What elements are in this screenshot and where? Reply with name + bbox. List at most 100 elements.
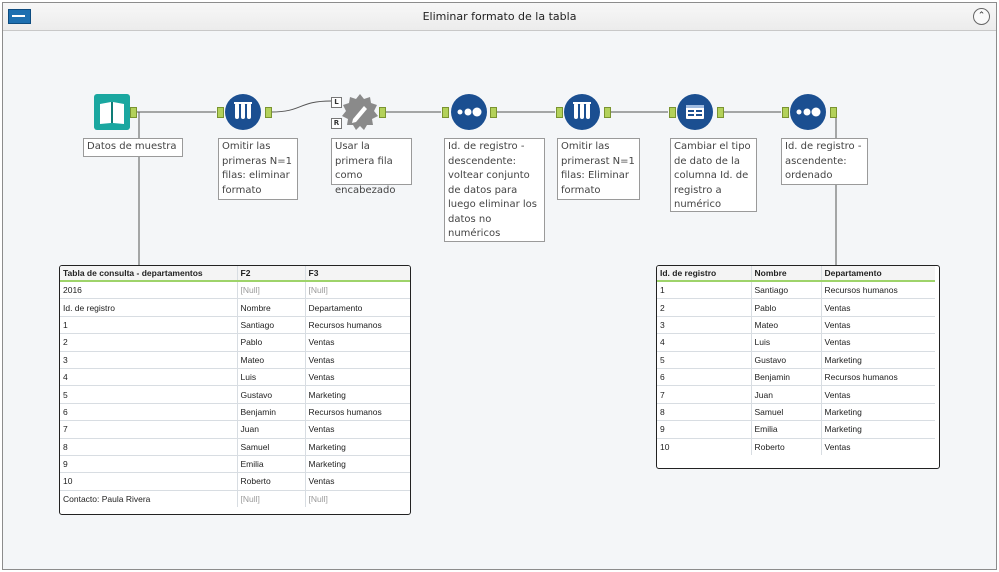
three-dots-icon [790, 94, 826, 130]
table-row[interactable]: 1 Santiago Recursos humanos [60, 315, 410, 334]
table-cell: Recursos humanos [305, 402, 410, 421]
output-anchor-4[interactable] [490, 107, 497, 118]
table-cell: Emilia [751, 420, 822, 439]
column-header[interactable]: F2 [237, 266, 306, 282]
test-tubes-icon [564, 94, 600, 130]
input-anchor-4[interactable] [442, 107, 449, 118]
table-row[interactable]: 1 Santiago Recursos humanos [657, 280, 935, 299]
input-anchor-2[interactable] [217, 107, 224, 118]
table-row[interactable]: 4 Luis Ventas [657, 333, 935, 352]
table-cell: Nombre [237, 298, 306, 317]
table-cell: Benjamin [751, 367, 822, 386]
column-header[interactable]: Departamento [821, 266, 935, 282]
table-row[interactable]: Id. de registro Nombre Departamento [60, 298, 410, 317]
table-row[interactable]: 6 Benjamin Recursos humanos [657, 367, 935, 386]
table-cell: Ventas [821, 315, 935, 334]
table-cell: Benjamin [237, 402, 306, 421]
table-cell: Samuel [237, 437, 306, 456]
annotation-tool-2: Omitir las primeras N=1 filas: eliminar … [218, 138, 298, 200]
table-row[interactable]: 5 Gustavo Marketing [60, 385, 410, 404]
table-row[interactable]: 7 Juan Ventas [657, 385, 935, 404]
table-cell: 10 [60, 472, 238, 491]
book-icon [94, 94, 130, 130]
collapse-button[interactable]: ⌃ [973, 8, 990, 25]
table-cell: Marketing [821, 420, 935, 439]
table-row[interactable]: 2 Pablo Ventas [60, 333, 410, 352]
table-cell: Recursos humanos [821, 280, 935, 299]
table-cell: 9 [657, 420, 752, 439]
table-cell: 1 [60, 315, 238, 334]
table-cell: Mateo [237, 350, 306, 369]
column-header[interactable]: Nombre [751, 266, 822, 282]
table-cell: 10 [657, 437, 752, 455]
column-header[interactable]: Tabla de consulta - departamentos [60, 266, 238, 282]
table-cell: Gustavo [751, 350, 822, 369]
output-anchor-7[interactable] [830, 107, 837, 118]
table-cell: Ventas [305, 350, 410, 369]
output-anchor-5[interactable] [604, 107, 611, 118]
table-cell: Pablo [751, 298, 822, 317]
table-cell: Samuel [751, 402, 822, 421]
input-anchor-6[interactable] [669, 107, 676, 118]
tool-sample-data[interactable] [94, 94, 130, 130]
table-row[interactable]: 8 Samuel Marketing [60, 437, 410, 456]
select-icon [677, 94, 713, 130]
table-cell: 2 [657, 298, 752, 317]
table-row[interactable]: 9 Emilia Marketing [60, 454, 410, 473]
table-cell: [Null] [305, 489, 410, 508]
table-row[interactable]: 9 Emilia Marketing [657, 420, 935, 439]
table-cell: 4 [60, 367, 238, 386]
container-title-bar[interactable]: Eliminar formato de la tabla ⌃ [3, 3, 996, 31]
output-anchor-2[interactable] [265, 107, 272, 118]
tool-record-id-asc[interactable] [790, 94, 826, 130]
table-cell: Contacto: Paula Rivera [60, 489, 238, 508]
table-row[interactable]: 2 Pablo Ventas [657, 298, 935, 317]
container-title: Eliminar formato de la tabla [422, 10, 577, 23]
table-row[interactable]: 2016 [Null] [Null] [60, 280, 410, 299]
workflow-canvas[interactable]: L R Datos de muestra Omitir las primeras… [3, 31, 996, 569]
table-cell: Luis [237, 367, 306, 386]
table-cell: Roberto [751, 437, 822, 455]
tool-record-id-desc[interactable] [451, 94, 487, 130]
tool-skip-rows-2[interactable] [564, 94, 600, 130]
table-row[interactable]: 10 Roberto Ventas [657, 437, 935, 455]
table-cell: Santiago [237, 315, 306, 334]
input-anchor-5[interactable] [556, 107, 563, 118]
table-cell: Recursos humanos [821, 367, 935, 386]
annotation-tool-7: Id. de registro - ascendente: ordenado [781, 138, 868, 185]
table-row[interactable]: 7 Juan Ventas [60, 420, 410, 439]
table-row[interactable]: 8 Samuel Marketing [657, 402, 935, 421]
table-cell: 8 [657, 402, 752, 421]
input-anchor-7[interactable] [782, 107, 789, 118]
tool-dynamic-rename[interactable] [342, 94, 378, 130]
table-cell: Id. de registro [60, 298, 238, 317]
table-cell: 2016 [60, 280, 238, 299]
table-cell: 6 [657, 367, 752, 386]
output-anchor-6[interactable] [717, 107, 724, 118]
table-cell: 4 [657, 333, 752, 352]
table-cell: Departamento [305, 298, 410, 317]
dynamic-rename-icon [342, 94, 378, 130]
table-row[interactable]: 3 Mateo Ventas [657, 315, 935, 334]
column-header[interactable]: Id. de registro [657, 266, 752, 282]
table-cell: Marketing [821, 350, 935, 369]
anchor-label-R: R [331, 118, 342, 129]
table-row[interactable]: 4 Luis Ventas [60, 367, 410, 386]
output-anchor-1[interactable] [130, 107, 137, 118]
table-row[interactable]: 10 Roberto Ventas [60, 472, 410, 491]
table-cell: Ventas [821, 333, 935, 352]
tool-select[interactable] [677, 94, 713, 130]
browse-table-output[interactable]: Id. de registro Nombre Departamento 1 Santi… [656, 265, 940, 469]
browse-wire-left [136, 111, 140, 269]
table-row[interactable]: 3 Mateo Ventas [60, 350, 410, 369]
output-anchor-3[interactable] [379, 107, 386, 118]
browse-table-input[interactable]: Tabla de consulta - departamentos F2 F3 20… [59, 265, 411, 515]
table-row[interactable]: 6 Benjamin Recursos humanos [60, 402, 410, 421]
table-row[interactable]: Contacto: Paula Rivera [Null] [Null] [60, 489, 410, 508]
tool-skip-rows-1[interactable] [225, 94, 261, 130]
table-row[interactable]: 5 Gustavo Marketing [657, 350, 935, 369]
table-cell: [Null] [237, 280, 306, 299]
table-cell: Ventas [305, 420, 410, 439]
column-header[interactable]: F3 [305, 266, 410, 282]
table-cell: Juan [237, 420, 306, 439]
